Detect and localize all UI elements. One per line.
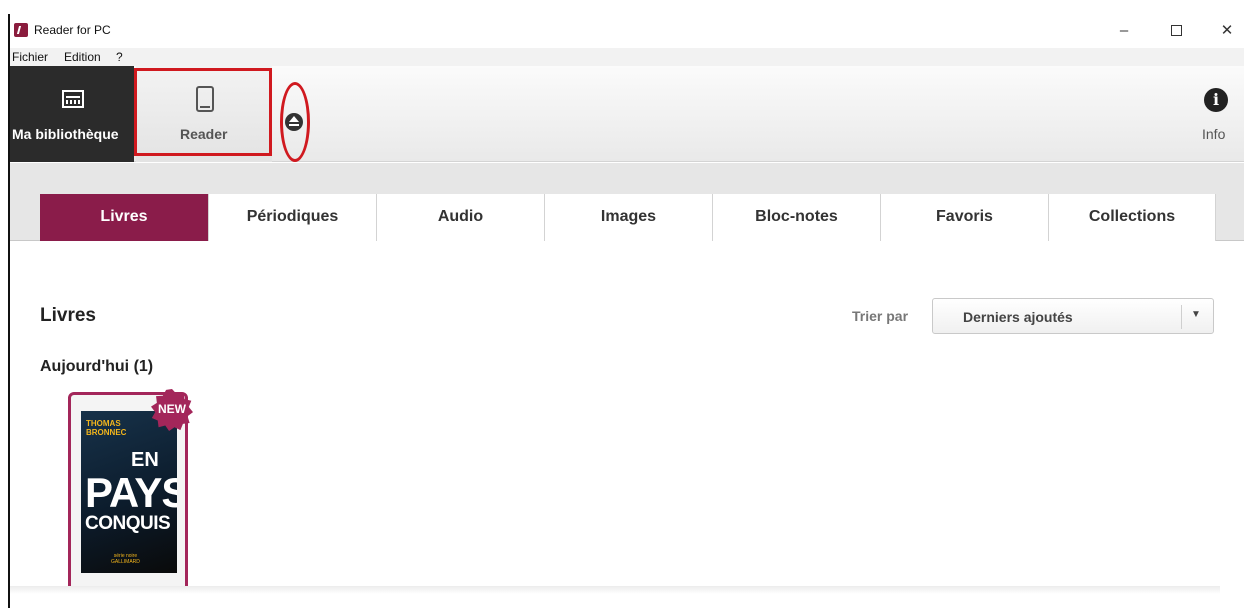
library-button[interactable]: Ma bibliothèque — [10, 66, 134, 162]
tab-collections[interactable]: Collections — [1048, 194, 1216, 241]
info-label: Info — [1202, 126, 1226, 142]
maximize-button[interactable] — [1162, 20, 1190, 42]
new-badge-label: NEW — [158, 402, 186, 416]
group-title-today: Aujourd'hui (1) — [40, 358, 154, 375]
tab-favoris[interactable]: Favoris — [880, 194, 1048, 241]
library-label: Ma bibliothèque — [12, 126, 119, 142]
minimize-button[interactable]: – — [1110, 20, 1138, 42]
tab-images[interactable]: Images — [544, 194, 712, 241]
cover-title-line2: PAYS — [85, 469, 177, 516]
app-logo-icon — [14, 23, 28, 37]
annotation-highlight-rectangle — [134, 68, 272, 156]
sort-dropdown[interactable]: Derniers ajoutés ▼ — [932, 298, 1214, 334]
bookshelf-icon — [62, 90, 84, 108]
menu-fichier[interactable]: Fichier — [12, 50, 48, 64]
info-button[interactable]: i Info — [1190, 66, 1244, 162]
cover-author-last: BRONNEC — [86, 428, 127, 437]
cover-author: THOMAS BRONNEC — [86, 419, 126, 437]
cover-title-line3: CONQUIS — [85, 513, 171, 534]
book-cover: THOMAS BRONNEC EN PAYS CONQUIS série noi… — [81, 411, 177, 573]
tab-livres[interactable]: Livres — [40, 194, 208, 241]
menu-help[interactable]: ? — [116, 50, 123, 64]
sort-label: Trier par — [852, 308, 909, 324]
app-window: Reader for PC – ✕ Fichier Edition ? Ma b… — [8, 14, 1244, 608]
cover-publisher: série noire GALLIMARD — [111, 553, 140, 565]
cover-publisher-name: GALLIMARD — [111, 559, 140, 565]
dropdown-divider — [1181, 305, 1182, 329]
cover-author-first: THOMAS — [86, 419, 121, 428]
menu-edition[interactable]: Edition — [64, 50, 101, 64]
section-title: Livres — [40, 305, 96, 326]
sort-value: Derniers ajoutés — [963, 309, 1073, 325]
library-content: Livres Trier par Derniers ajoutés ▼ Aujo… — [10, 242, 1244, 608]
info-icon: i — [1204, 88, 1228, 112]
menu-bar: Fichier Edition ? — [10, 48, 1244, 66]
close-button[interactable]: ✕ — [1213, 20, 1241, 42]
book-card[interactable]: THOMAS BRONNEC EN PAYS CONQUIS série noi… — [68, 389, 193, 594]
chevron-down-icon: ▼ — [1191, 309, 1201, 320]
maximize-icon — [1170, 25, 1182, 36]
title-bar: Reader for PC – ✕ — [10, 14, 1244, 48]
tab-periodiques[interactable]: Périodiques — [208, 194, 376, 241]
tab-audio[interactable]: Audio — [376, 194, 544, 241]
annotation-highlight-oval — [280, 82, 310, 162]
content-divider — [10, 586, 1220, 594]
tab-bloc-notes[interactable]: Bloc-notes — [712, 194, 880, 241]
window-title: Reader for PC — [34, 23, 111, 37]
tab-bar: Livres Périodiques Audio Images Bloc-not… — [10, 163, 1244, 241]
